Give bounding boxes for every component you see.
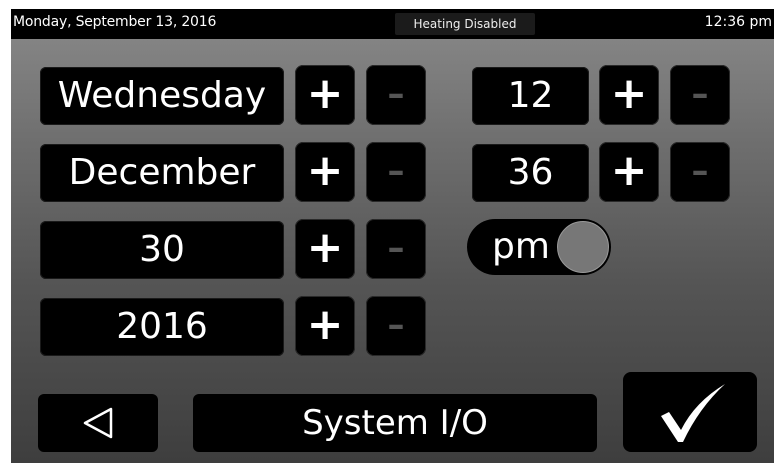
system-io-button[interactable]: System I/O bbox=[193, 394, 597, 452]
month-value: December bbox=[40, 144, 284, 202]
hour-value: 12 bbox=[472, 67, 589, 125]
hour-plus-button[interactable]: + bbox=[599, 65, 659, 125]
weekday-value: Wednesday bbox=[40, 67, 284, 125]
hour-minus-button[interactable]: – bbox=[670, 65, 730, 125]
minute-value: 36 bbox=[472, 144, 589, 202]
status-time: 12:36 pm bbox=[704, 14, 772, 30]
back-triangle-icon bbox=[83, 407, 113, 439]
day-minus-button[interactable]: – bbox=[366, 219, 426, 279]
back-button[interactable] bbox=[38, 394, 158, 452]
heating-status-badge: Heating Disabled bbox=[395, 13, 535, 35]
year-plus-button[interactable]: + bbox=[295, 296, 355, 356]
year-minus-button[interactable]: – bbox=[366, 296, 426, 356]
month-plus-button[interactable]: + bbox=[295, 142, 355, 202]
ampm-label: pm bbox=[492, 226, 550, 267]
weekday-plus-button[interactable]: + bbox=[295, 65, 355, 125]
status-bar: Monday, September 13, 2016 Heating Disab… bbox=[11, 9, 774, 39]
confirm-button[interactable] bbox=[623, 372, 757, 452]
screen: Monday, September 13, 2016 Heating Disab… bbox=[11, 9, 774, 463]
day-plus-button[interactable]: + bbox=[295, 219, 355, 279]
weekday-minus-button[interactable]: – bbox=[366, 65, 426, 125]
checkmark-icon bbox=[661, 384, 725, 442]
ampm-toggle[interactable]: pm bbox=[467, 219, 611, 275]
status-date: Monday, September 13, 2016 bbox=[13, 14, 217, 30]
year-value: 2016 bbox=[40, 298, 284, 356]
minute-minus-button[interactable]: – bbox=[670, 142, 730, 202]
day-value: 30 bbox=[40, 221, 284, 279]
month-minus-button[interactable]: – bbox=[366, 142, 426, 202]
minute-plus-button[interactable]: + bbox=[599, 142, 659, 202]
toggle-knob[interactable] bbox=[557, 221, 609, 273]
